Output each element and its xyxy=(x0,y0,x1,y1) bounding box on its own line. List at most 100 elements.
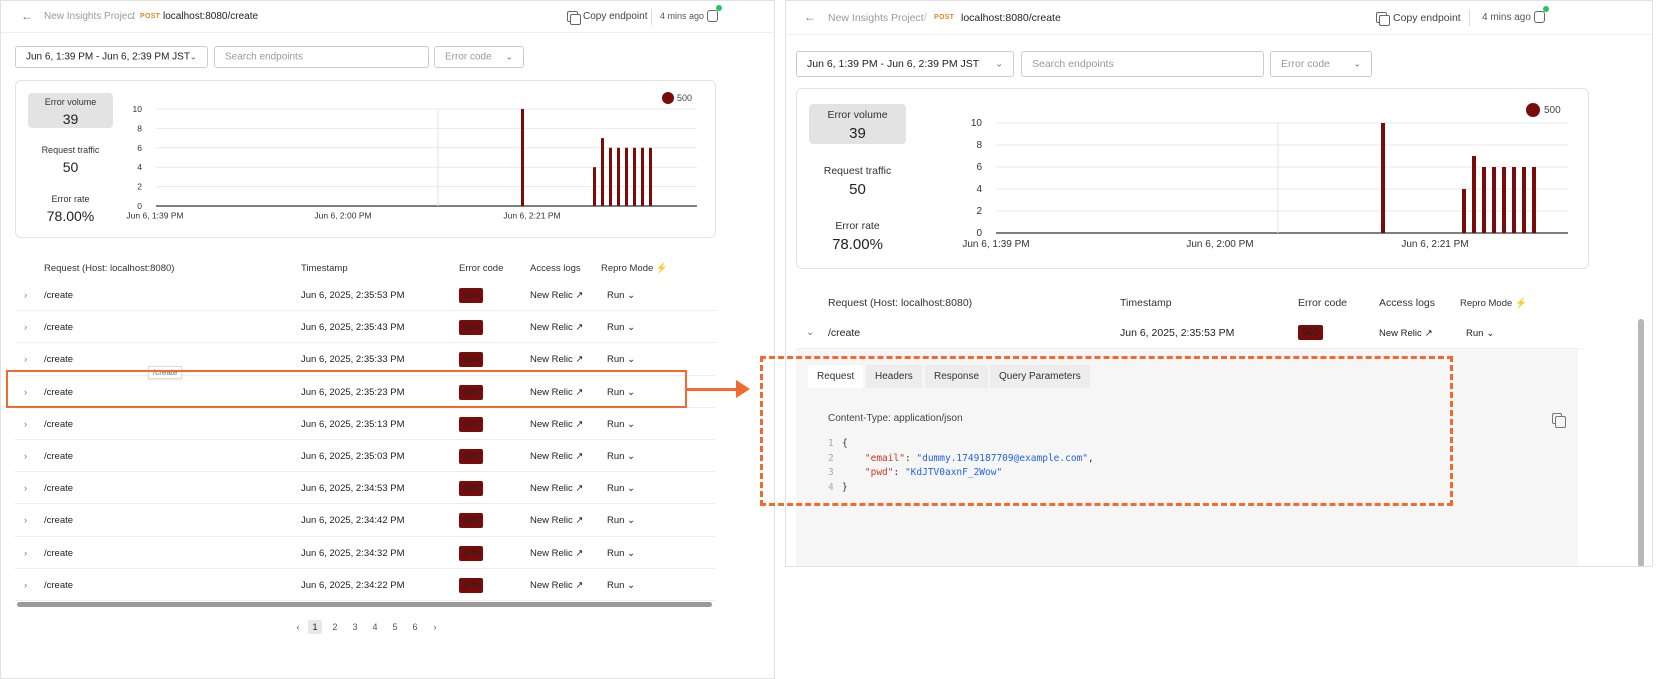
external-link-icon: ↗ xyxy=(575,547,584,559)
bar xyxy=(609,147,612,206)
date-range-select[interactable]: Jun 6, 1:39 PM - Jun 6, 2:39 PM JST ⌄ xyxy=(796,51,1014,77)
col-repro-mode: Repro Mode ⚡ xyxy=(601,263,668,274)
run-button[interactable]: Run ⌄ xyxy=(607,483,635,494)
table-row[interactable]: › /create Jun 6, 2025, 2:34:53 PM 500 New Re… xyxy=(15,472,716,505)
new-relic-link[interactable]: New Relic ↗ xyxy=(1379,327,1433,339)
error-rate-value: 78.00% xyxy=(832,236,883,253)
chevron-down-icon[interactable]: ⌄ xyxy=(806,327,814,338)
run-button[interactable]: Run ⌄ xyxy=(607,354,635,365)
run-button[interactable]: Run ⌄ xyxy=(607,515,635,526)
vertical-scrollbar[interactable] xyxy=(1638,319,1644,566)
next-page-icon[interactable]: › xyxy=(428,620,442,634)
y-tick-label: 4 xyxy=(976,184,982,195)
arrow-left-icon[interactable]: ← xyxy=(21,9,33,23)
run-button[interactable]: Run ⌄ xyxy=(607,419,635,430)
new-relic-link[interactable]: New Relic ↗ xyxy=(530,515,583,526)
chevron-right-icon[interactable]: › xyxy=(24,515,27,526)
pagination: ‹ 1 2 3 4 5 6 › xyxy=(291,620,441,634)
page-1[interactable]: 1 xyxy=(308,620,322,634)
date-range-select[interactable]: Jun 6, 1:39 PM - Jun 6, 2:39 PM JST ⌄ xyxy=(15,46,208,68)
run-button[interactable]: Run ⌄ xyxy=(1466,327,1494,339)
table-row-expanded[interactable]: ⌄ /create Jun 6, 2025, 2:35:53 PM 500 Ne… xyxy=(796,317,1581,349)
chevron-right-icon[interactable]: › xyxy=(24,451,27,462)
x-tick-label: Jun 6, 1:39 PM xyxy=(126,211,183,221)
new-relic-link[interactable]: New Relic ↗ xyxy=(530,290,583,301)
request-traffic-label: Request traffic xyxy=(41,145,100,155)
table-row[interactable]: › /create Jun 6, 2025, 2:34:42 PM 500 New Re… xyxy=(15,504,716,537)
new-relic-link[interactable]: New Relic ↗ xyxy=(530,548,583,559)
y-tick-label: 2 xyxy=(976,206,982,217)
top-bar: ← New Insights Project / POST localhost:… xyxy=(786,1,1652,35)
run-button[interactable]: Run ⌄ xyxy=(607,322,635,333)
page-3[interactable]: 3 xyxy=(348,620,362,634)
col-request: Request (Host: localhost:8080) xyxy=(828,297,973,309)
copy-endpoint-button[interactable]: Copy endpoint xyxy=(583,11,648,22)
breadcrumb-project[interactable]: New Insights Project xyxy=(44,11,135,22)
endpoint-url: localhost:8080/create xyxy=(163,11,259,22)
breadcrumb-project[interactable]: New Insights Project xyxy=(828,12,924,24)
table-row[interactable]: › /create Jun 6, 2025, 2:35:53 PM 500 New Re… xyxy=(15,279,716,312)
chevron-right-icon[interactable]: › xyxy=(24,354,27,365)
run-button[interactable]: Run ⌄ xyxy=(607,580,635,591)
bar xyxy=(1522,167,1526,233)
divider xyxy=(1469,10,1470,26)
method-badge: POST xyxy=(934,14,955,21)
copy-icon[interactable] xyxy=(1552,413,1566,428)
table-row[interactable]: › /create Jun 6, 2025, 2:35:13 PM 500 New Re… xyxy=(15,408,716,440)
new-relic-link[interactable]: New Relic ↗ xyxy=(530,580,583,591)
search-input[interactable]: Search endpoints xyxy=(214,46,429,68)
error-code-select[interactable]: Error code ⌄ xyxy=(434,46,524,68)
chevron-right-icon[interactable]: › xyxy=(24,580,27,591)
chevron-right-icon[interactable]: › xyxy=(24,290,27,301)
copy-icon[interactable] xyxy=(567,11,581,25)
row-timestamp: Jun 6, 2025, 2:35:03 PM xyxy=(301,451,405,462)
error-chart: 10 8 6 4 2 0Jun 6, 1:39 PM Jun 6, 2:00 PM Jun 6… xyxy=(962,118,1568,250)
external-link-icon: ↗ xyxy=(575,483,584,495)
copy-endpoint-button[interactable]: Copy endpoint xyxy=(1393,12,1461,24)
error-code-placeholder: Error code xyxy=(1281,58,1331,70)
top-bar: ← New Insights Project / POST localhost:… xyxy=(1,1,774,33)
status-dot xyxy=(1543,6,1549,12)
chevron-down-icon: ⌄ xyxy=(189,51,197,62)
col-timestamp: Timestamp xyxy=(301,263,348,274)
row-timestamp: Jun 6, 2025, 2:35:13 PM xyxy=(301,418,405,430)
row-timestamp: Jun 6, 2025, 2:34:32 PM xyxy=(301,547,405,559)
arrow-left-icon[interactable]: ← xyxy=(804,10,816,24)
search-input[interactable]: Search endpoints xyxy=(1021,51,1264,77)
chevron-right-icon[interactable]: › xyxy=(24,419,27,430)
bot-icon[interactable] xyxy=(1534,11,1545,23)
table-row[interactable]: › /create Jun 6, 2025, 2:34:32 PM 500 New Re… xyxy=(15,537,716,569)
error-rate-value: 78.00% xyxy=(46,208,95,224)
horizontal-scrollbar[interactable] xyxy=(17,602,712,607)
page-4[interactable]: 4 xyxy=(368,620,382,634)
lightning-icon: ⚡ xyxy=(655,263,668,274)
chevron-right-icon[interactable]: › xyxy=(24,548,27,559)
page-2[interactable]: 2 xyxy=(328,620,342,634)
bar xyxy=(1482,167,1486,233)
copy-icon[interactable] xyxy=(1376,12,1390,26)
table-row[interactable]: › /create Jun 6, 2025, 2:35:03 PM 500 New Re… xyxy=(15,440,716,473)
new-relic-link[interactable]: New Relic ↗ xyxy=(530,322,583,333)
chevron-right-icon[interactable]: › xyxy=(24,322,27,333)
row-timestamp: Jun 6, 2025, 2:34:53 PM xyxy=(301,483,405,495)
bot-icon[interactable] xyxy=(707,10,718,22)
run-button[interactable]: Run ⌄ xyxy=(607,290,635,301)
new-relic-link[interactable]: New Relic ↗ xyxy=(530,354,583,365)
prev-page-icon[interactable]: ‹ xyxy=(291,620,305,634)
page-5[interactable]: 5 xyxy=(388,620,402,634)
table-row[interactable]: › /create Jun 6, 2025, 2:35:43 PM 500 New Re… xyxy=(15,311,716,344)
error-volume-value: 39 xyxy=(849,125,866,142)
run-button[interactable]: Run ⌄ xyxy=(607,548,635,559)
date-range-value: Jun 6, 1:39 PM - Jun 6, 2:39 PM JST xyxy=(807,58,980,70)
row-path: /create xyxy=(44,515,74,527)
new-relic-link[interactable]: New Relic ↗ xyxy=(530,419,583,430)
new-relic-link[interactable]: New Relic ↗ xyxy=(530,483,583,494)
page-6[interactable]: 6 xyxy=(408,620,422,634)
new-relic-link[interactable]: New Relic ↗ xyxy=(530,451,583,462)
chevron-right-icon[interactable]: › xyxy=(24,483,27,494)
run-button[interactable]: Run ⌄ xyxy=(607,451,635,462)
col-error-code: Error code xyxy=(459,263,504,274)
table-row[interactable]: › /create Jun 6, 2025, 2:34:22 PM 500 New Re… xyxy=(15,569,716,601)
row-timestamp: Jun 6, 2025, 2:34:22 PM xyxy=(301,579,405,591)
error-code-select[interactable]: Error code ⌄ xyxy=(1270,51,1372,77)
